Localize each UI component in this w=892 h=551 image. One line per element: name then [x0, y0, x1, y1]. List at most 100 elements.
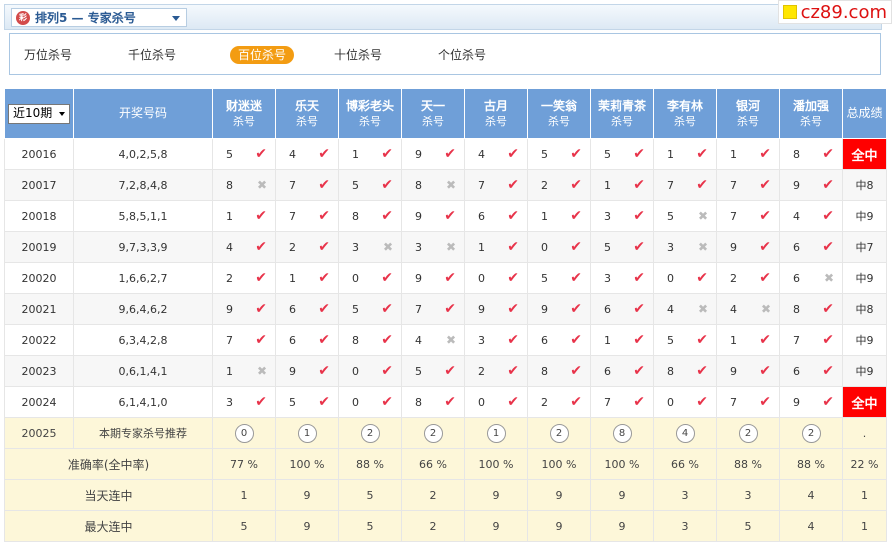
stat-value: 66 % [653, 448, 717, 480]
kill-cell: 9 ✔ [779, 169, 843, 201]
issue-cell: 20022 [4, 324, 74, 356]
issue-cell: 20024 [4, 386, 74, 418]
expert-header[interactable]: 潘加强 杀号 [779, 88, 843, 139]
recommend-cell: 0 [212, 417, 276, 449]
kill-cell: 1 ✔ [338, 138, 402, 170]
recommend-cell: 1 [464, 417, 528, 449]
tab-qian[interactable]: 千位杀号 [120, 46, 184, 64]
kill-cell: 5 ✔ [401, 355, 465, 387]
kill-cell: 7 ✔ [716, 386, 780, 418]
cross-icon: ✖ [445, 333, 456, 347]
check-icon: ✔ [507, 363, 519, 379]
lottery-type-dropdown[interactable]: 彩 排列5 — 专家杀号 [11, 8, 187, 27]
kill-number: 1 [289, 271, 296, 285]
expert-header[interactable]: 博彩老头 杀号 [338, 88, 402, 139]
recommend-cell: 2 [716, 417, 780, 449]
check-icon: ✔ [759, 332, 771, 348]
kill-number: 7 [730, 209, 737, 223]
kill-cell: 5 ✔ [338, 293, 402, 325]
result-cell: 中9 [842, 200, 887, 232]
kill-cell: 6 ✔ [275, 324, 339, 356]
check-icon: ✔ [822, 208, 834, 224]
kill-cell: 6 ✔ [464, 200, 528, 232]
site-logo[interactable]: cz89.com [777, 0, 892, 24]
kill-number: 5 [541, 147, 548, 161]
expert-header[interactable]: 茉莉青茶 杀号 [590, 88, 654, 139]
kill-number: 5 [604, 147, 611, 161]
kill-number: 2 [226, 271, 233, 285]
kill-cell: 0 ✔ [527, 231, 591, 263]
check-icon: ✔ [255, 239, 267, 255]
check-icon: ✔ [255, 208, 267, 224]
kill-cell: 7 ✔ [779, 324, 843, 356]
check-icon: ✔ [759, 146, 771, 162]
stat-value: 5 [212, 510, 276, 542]
kill-number: 9 [793, 395, 800, 409]
kill-number: 1 [226, 364, 233, 378]
kill-cell: 7 ✔ [716, 200, 780, 232]
kill-cell: 9 ✔ [401, 262, 465, 294]
stat-value: 9 [275, 479, 339, 511]
check-icon: ✔ [318, 208, 330, 224]
kill-cell: 2 ✔ [716, 262, 780, 294]
kill-number: 6 [289, 333, 296, 347]
recommend-number: 1 [297, 423, 317, 443]
logo-square-icon [782, 5, 797, 19]
expert-header[interactable]: 李有林 杀号 [653, 88, 717, 139]
kill-cell: 5 ✔ [527, 262, 591, 294]
result-cell: 中7 [842, 231, 887, 263]
kill-number: 0 [667, 271, 674, 285]
tab-bai[interactable]: 百位杀号 [230, 46, 295, 64]
check-icon: ✔ [759, 394, 771, 410]
chevron-down-icon [172, 16, 180, 21]
tab-shi[interactable]: 十位杀号 [326, 46, 390, 64]
kill-cell: 8 ✔ [527, 355, 591, 387]
check-icon: ✔ [570, 208, 582, 224]
kill-cell: 0 ✔ [338, 386, 402, 418]
tab-wan[interactable]: 万位杀号 [16, 46, 80, 64]
check-icon: ✔ [318, 363, 330, 379]
kill-cell: 0 ✔ [653, 262, 717, 294]
period-select[interactable]: 近10期 [8, 103, 70, 124]
kill-number: 3 [478, 333, 485, 347]
kill-cell: 8 ✔ [779, 138, 843, 170]
check-icon: ✔ [633, 270, 645, 286]
stat-value: 88 % [779, 448, 843, 480]
check-icon: ✔ [696, 332, 708, 348]
expert-header[interactable]: 天一 杀号 [401, 88, 465, 139]
result-cell: 中8 [842, 169, 887, 201]
tab-ge[interactable]: 个位杀号 [430, 46, 494, 64]
kill-cell: 8 ✖ [401, 169, 465, 201]
expert-header[interactable]: 乐天 杀号 [275, 88, 339, 139]
check-icon: ✔ [759, 208, 771, 224]
kill-number: 9 [415, 147, 422, 161]
expert-header[interactable]: 古月 杀号 [464, 88, 528, 139]
kill-number: 6 [478, 209, 485, 223]
kill-cell: 5 ✔ [653, 324, 717, 356]
check-icon: ✔ [696, 363, 708, 379]
kill-cell: 3 ✔ [212, 386, 276, 418]
expert-header[interactable]: 一笑翁 杀号 [527, 88, 591, 139]
kill-number: 0 [352, 364, 359, 378]
expert-header[interactable]: 财迷迷 杀号 [212, 88, 276, 139]
cross-icon: ✖ [382, 240, 393, 254]
expert-header[interactable]: 银河 杀号 [716, 88, 780, 139]
check-icon: ✔ [759, 239, 771, 255]
stat-value: 5 [716, 510, 780, 542]
result-cell: 中9 [842, 355, 887, 387]
recommend-number: 1 [486, 423, 506, 443]
stat-value: 88 % [716, 448, 780, 480]
check-icon: ✔ [255, 146, 267, 162]
kill-number: 8 [541, 364, 548, 378]
stat-value: 88 % [338, 448, 402, 480]
check-icon: ✔ [444, 146, 456, 162]
streak-max-row: 最大连中 5 9 5 2 9 9 9 3 5 4 1 [4, 510, 887, 542]
kill-cell: 1 ✔ [212, 200, 276, 232]
top-bar: 彩 排列5 — 专家杀号 [4, 4, 882, 30]
kill-cell: 0 ✔ [464, 386, 528, 418]
kill-cell: 1 ✔ [464, 231, 528, 263]
kill-number: 3 [352, 240, 359, 254]
kill-cell: 7 ✔ [464, 169, 528, 201]
kill-cell: 3 ✖ [653, 231, 717, 263]
stat-value: 1 [212, 479, 276, 511]
